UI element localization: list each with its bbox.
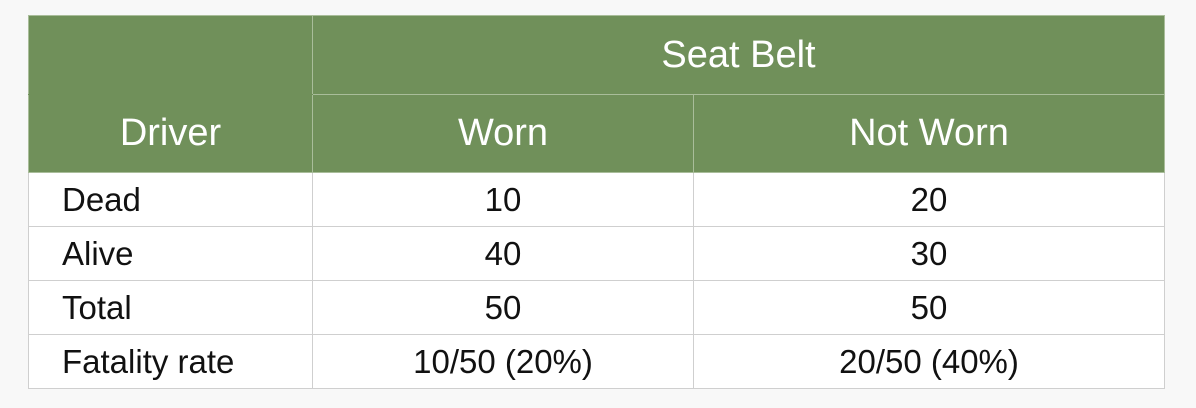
table-row-alive: Alive 40 30 xyxy=(28,226,1165,281)
cell-not-worn: 20 xyxy=(693,172,1165,227)
row-label: Total xyxy=(28,280,313,335)
row-label: Alive xyxy=(28,226,313,281)
header-driver: Driver xyxy=(28,94,313,173)
table-row-dead: Dead 10 20 xyxy=(28,172,1165,227)
row-label: Dead xyxy=(28,172,313,227)
cell-not-worn: 50 xyxy=(693,280,1165,335)
row-label: Fatality rate xyxy=(28,334,313,389)
header-seat-belt: Seat Belt xyxy=(312,15,1165,95)
header-not-worn: Not Worn xyxy=(693,94,1165,173)
seat-belt-table: Seat Belt Driver Worn Not Worn Dead 10 2… xyxy=(28,15,1165,389)
cell-worn: 10 xyxy=(312,172,694,227)
cell-worn: 50 xyxy=(312,280,694,335)
cell-worn: 10/50 (20%) xyxy=(312,334,694,389)
header-corner-cell xyxy=(28,15,313,95)
table-row-total: Total 50 50 xyxy=(28,280,1165,335)
cell-worn: 40 xyxy=(312,226,694,281)
cell-not-worn: 30 xyxy=(693,226,1165,281)
header-worn: Worn xyxy=(312,94,694,173)
header-row-group: Seat Belt xyxy=(28,15,1165,95)
cell-not-worn: 20/50 (40%) xyxy=(693,334,1165,389)
table-row-fatality-rate: Fatality rate 10/50 (20%) 20/50 (40%) xyxy=(28,334,1165,389)
header-row-columns: Driver Worn Not Worn xyxy=(28,94,1165,173)
